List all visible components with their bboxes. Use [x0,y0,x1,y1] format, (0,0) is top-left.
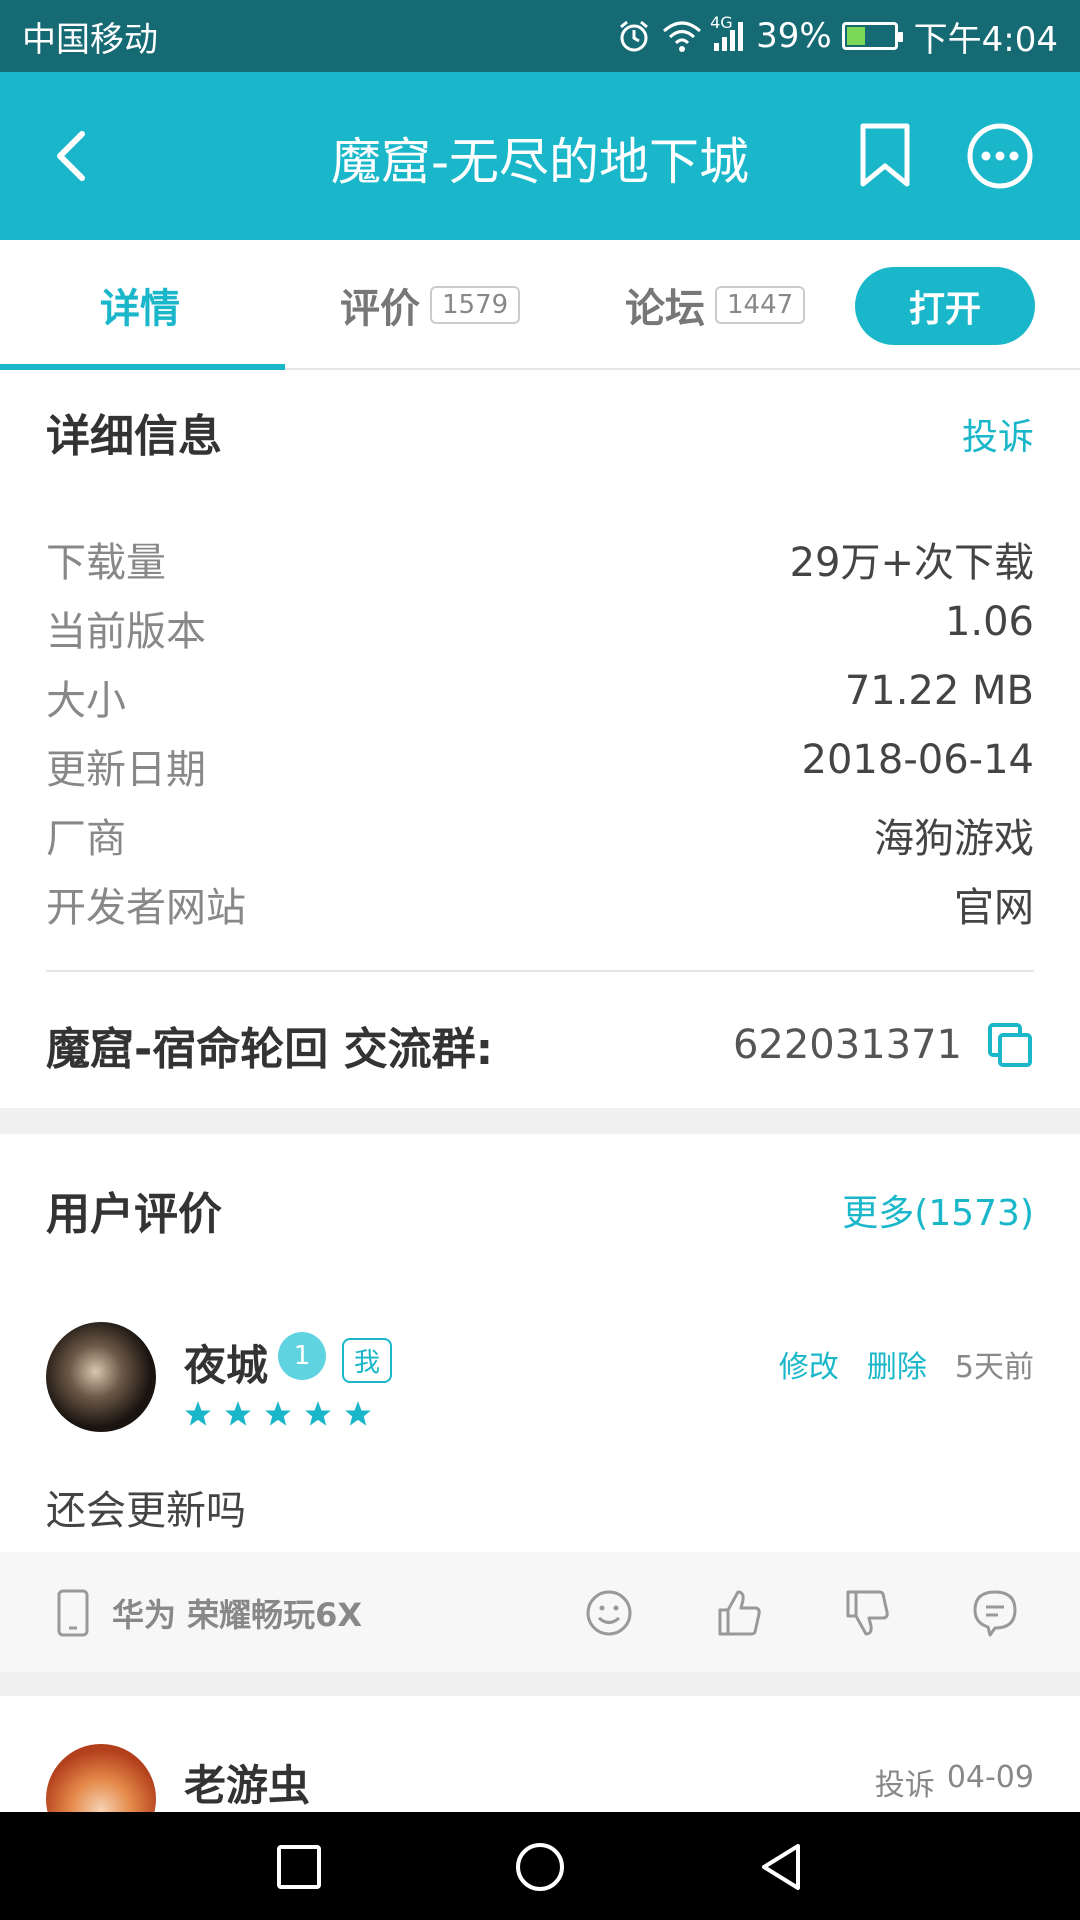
review-footer: 华为 荣耀畅玩6X [0,1552,1080,1672]
review-separator [0,1672,1080,1696]
system-nav-bar [0,1812,1080,1920]
tab-details-label: 详情 [100,286,180,332]
signal-icon: 4G [710,13,746,53]
more-options-icon[interactable] [966,122,1034,190]
group-row: 魔窟-宿命轮回 交流群: 622031371 [46,1010,1034,1080]
star-icon [345,1401,371,1426]
device-info: 华为 荣耀畅玩6X [56,1588,362,1638]
detail-label: 厂商 [46,816,126,862]
star-icon [225,1401,251,1426]
detail-row-update-date: 更新日期 2018-06-14 [46,737,1034,795]
vendor-link[interactable]: 海狗游戏 [874,806,1034,864]
review-time: 04-09 [946,1760,1034,1795]
review-username[interactable]: 老游虫 [184,1752,310,1813]
detail-row-size: 大小 71.22 MB [46,668,1034,726]
star-icon [305,1401,331,1426]
detail-label: 开发者网站 [46,885,246,931]
review-actions: 修改 删除 5天前 [779,1342,1034,1386]
detail-label: 更新日期 [46,747,206,793]
detail-label: 下载量 [46,540,166,586]
detail-row-vendor: 厂商 海狗游戏 [46,806,1034,864]
group-label: 魔窟-宿命轮回 交流群: [46,1024,494,1075]
tab-forum[interactable]: 论坛 1447 [625,240,806,370]
tab-reviews-label: 评价 [340,286,420,332]
comment-icon[interactable] [970,1588,1020,1638]
review-actions: 投诉 04-09 [875,1760,1034,1804]
detail-value: 1.06 [944,599,1034,645]
thumbs-down-icon[interactable] [842,1588,892,1638]
battery-level [846,27,865,45]
detail-label: 当前版本 [46,609,206,655]
report-link[interactable]: 投诉 [962,408,1034,460]
detail-value: 71.22 MB [844,668,1034,714]
detail-row-version: 当前版本 1.06 [46,599,1034,657]
details-title: 详细信息 [46,411,222,462]
battery-percent: 39% [756,16,832,56]
detail-label: 大小 [46,678,126,724]
network-type-label: 4G [710,13,733,32]
section-separator [0,1108,1080,1134]
back-triangle-icon[interactable] [754,1840,808,1894]
page-title: 魔窟-无尽的地下城 [330,133,750,191]
tab-details[interactable]: 详情 [100,240,180,370]
open-app-button[interactable]: 打开 [855,267,1035,345]
delete-review-link[interactable]: 删除 [867,1342,927,1386]
detail-row-website: 开发者网站 官网 [46,875,1034,933]
phone-icon [57,1589,89,1637]
edit-review-link[interactable]: 修改 [779,1342,839,1386]
review-time: 5天前 [954,1350,1034,1385]
tab-reviews-count: 1579 [430,286,521,324]
review-username[interactable]: 夜城 [184,1332,268,1393]
tab-bar: 详情 评价 1579 论坛 1447 打开 [0,240,1080,370]
star-icon [265,1401,291,1426]
tab-forum-count: 1447 [715,286,806,324]
tab-reviews[interactable]: 评价 1579 [340,240,521,370]
report-review-link[interactable]: 投诉 [875,1760,935,1804]
more-reviews-link[interactable]: 更多(1573) [842,1184,1034,1236]
detail-row-downloads: 下载量 29万+次下载 [46,530,1034,588]
avatar[interactable] [46,1322,156,1432]
group-number: 622031371 [732,1022,962,1068]
review-text: 还会更新吗 [46,1488,246,1534]
bookmark-icon[interactable] [855,122,915,188]
alarm-icon [616,18,652,54]
tab-indicator [0,364,285,370]
battery-icon [841,22,903,50]
status-bar: 中国移动 4G 39% 下午4:04 [0,0,1080,72]
reviews-title: 用户评价 [46,1189,222,1240]
home-circle-icon[interactable] [513,1840,567,1894]
detail-value: 2018-06-14 [801,737,1034,783]
star-icon [185,1401,211,1426]
status-icons: 4G 39% 下午4:04 [616,12,1058,61]
website-link[interactable]: 官网 [954,875,1034,933]
divider [46,970,1034,972]
device-name: 华为 荣耀畅玩6X [112,1596,363,1634]
tab-forum-label: 论坛 [625,286,705,332]
carrier-label: 中国移动 [22,19,158,60]
app-header: 魔窟-无尽的地下城 [0,72,1080,240]
clock: 下午4:04 [913,19,1058,60]
level-badge: 1 [278,1332,326,1380]
me-tag: 我 [342,1338,393,1383]
detail-value: 29万+次下载 [789,540,1034,586]
wifi-icon [662,19,702,53]
copy-icon[interactable] [986,1021,1034,1069]
recents-square-icon[interactable] [272,1840,326,1894]
emoji-icon[interactable] [584,1588,634,1638]
thumbs-up-icon[interactable] [714,1588,764,1638]
rating-stars [184,1400,372,1428]
